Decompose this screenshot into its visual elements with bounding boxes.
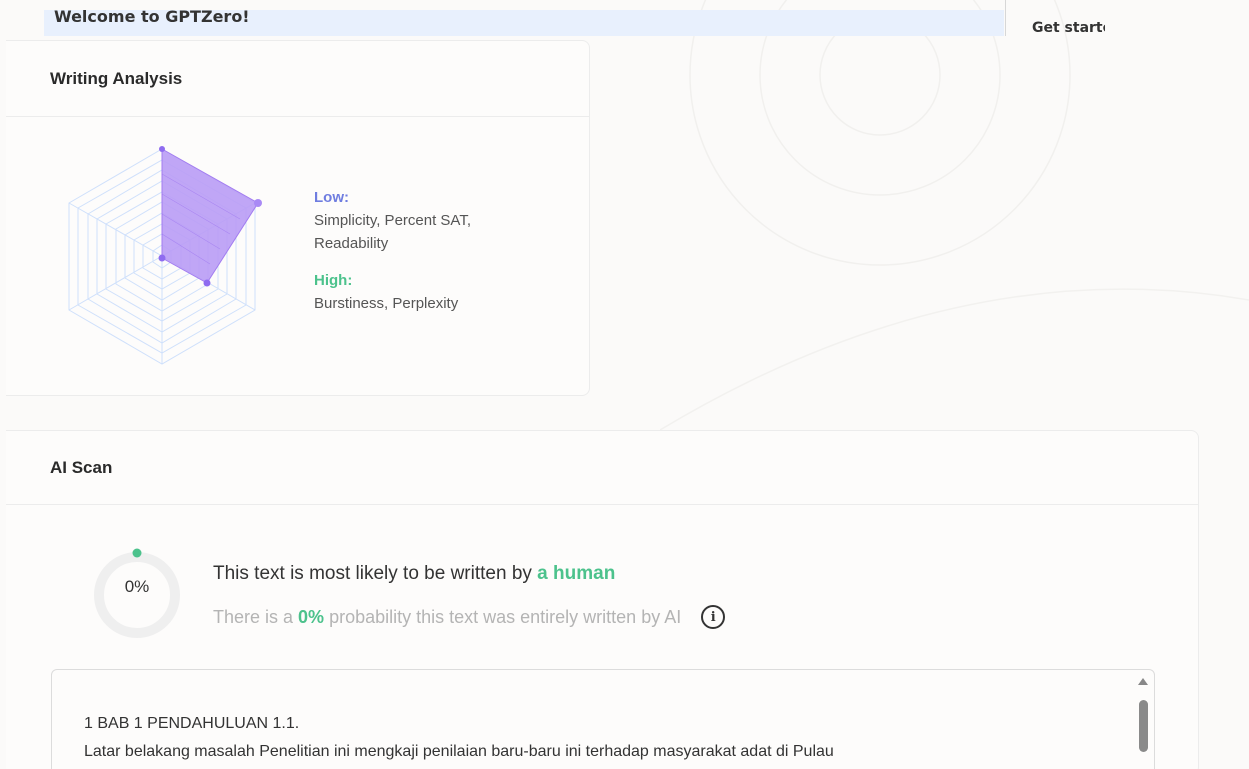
text-line: 1 BAB 1 PENDAHULUAN 1.1. (84, 715, 300, 732)
ai-scan-card: AI Scan 0% This text is most likely to b… (6, 430, 1199, 769)
radar-point (158, 254, 166, 262)
result-prefix: This text is most likely to be written b… (213, 563, 538, 584)
writing-analysis-title: Writing Analysis (6, 41, 589, 117)
score-ring-dot (132, 548, 142, 558)
ai-scan-title: AI Scan (6, 431, 1198, 505)
radar-point (159, 146, 165, 152)
welcome-banner: Welcome to GPTZero! (44, 10, 1004, 36)
get-started-link[interactable]: Get started (1032, 20, 1105, 36)
writing-analysis-card: Writing Analysis Low: Simplicity, Percen… (6, 40, 590, 396)
score-value: 0% (124, 577, 150, 596)
info-circle-icon[interactable]: i (701, 605, 726, 629)
high-items: Burstiness, Perplexity (314, 295, 459, 312)
prob-value: 0% (298, 606, 325, 627)
writing-analysis-legend: Low: Simplicity, Percent SAT, Readabilit… (314, 186, 504, 315)
low-label: Low: (314, 189, 349, 206)
radar-data-area (161, 148, 259, 284)
radar-point (254, 199, 262, 207)
scanned-text: 1 BAB 1 PENDAHULUAN 1.1. Latar belakang … (84, 710, 1124, 766)
radar-point (203, 279, 211, 287)
result-highlight: a human (537, 563, 616, 584)
welcome-text: Welcome to GPTZero! (54, 10, 250, 26)
radar-chart (68, 146, 262, 365)
scanned-text-box[interactable]: 1 BAB 1 PENDAHULUAN 1.1. Latar belakang … (51, 669, 1155, 769)
triangle-up-icon[interactable] (1138, 678, 1148, 685)
background-decoration (660, 0, 1249, 430)
low-items: Simplicity, Percent SAT, Readability (314, 212, 471, 252)
result-title: This text is most likely to be written b… (213, 563, 615, 585)
text-line: Latar belakang masalah Penelitian ini me… (84, 743, 834, 760)
probability-line: There is a 0% probability this text was … (213, 605, 726, 629)
high-label: High: (314, 272, 353, 289)
scrollbar-thumb[interactable] (1139, 700, 1148, 752)
banner-divider (1005, 0, 1006, 36)
prob-prefix: There is a (213, 606, 299, 627)
prob-suffix: probability this text was entirely writt… (324, 606, 682, 627)
